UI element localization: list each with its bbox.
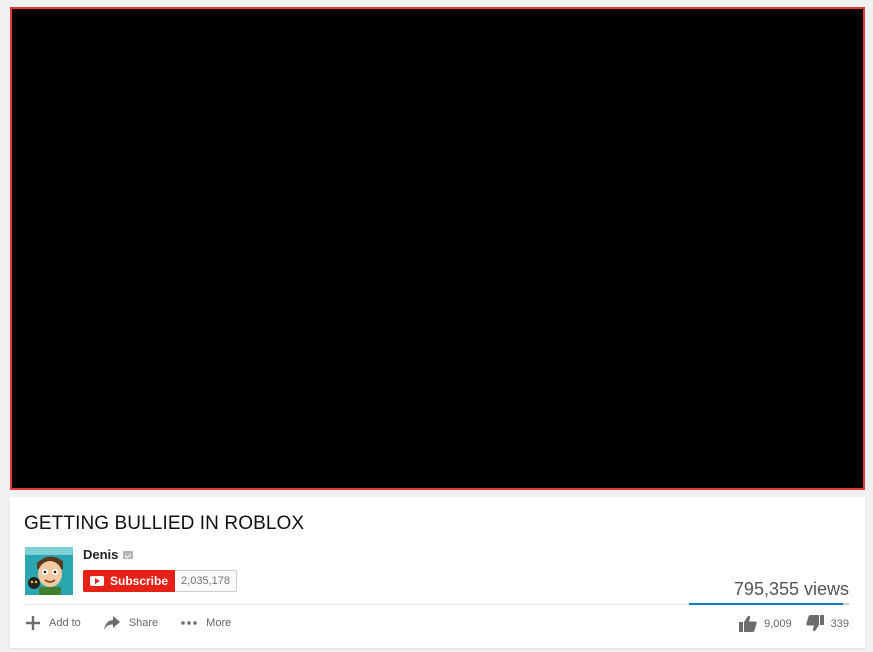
- channel-avatar[interactable]: [25, 547, 73, 595]
- more-button[interactable]: More: [180, 617, 231, 629]
- subscribe-button[interactable]: Subscribe: [83, 570, 176, 592]
- more-label: More: [206, 617, 232, 629]
- video-player[interactable]: [10, 7, 865, 490]
- like-ratio-fill: [689, 603, 844, 605]
- dislike-count: 339: [830, 617, 849, 630]
- youtube-logo-icon: [90, 576, 104, 586]
- share-label: Share: [128, 617, 159, 629]
- thumbs-down-icon: [805, 615, 824, 632]
- channel-name-row: Denis: [83, 547, 134, 562]
- plus-icon: [25, 615, 41, 631]
- video-title: GETTING BULLIED IN ROBLOX: [24, 513, 305, 534]
- thumbs-up-icon: [739, 615, 757, 632]
- view-count: 795,355 views: [733, 579, 849, 599]
- video-info-card: GETTING BULLIED IN ROBLOX Denis Subscrib…: [10, 497, 865, 648]
- like-dislike-bar: [689, 603, 849, 605]
- subscribe-label: Subscribe: [110, 574, 169, 588]
- share-arrow-icon: [103, 615, 121, 631]
- dislike-button[interactable]: 339: [805, 615, 849, 632]
- rating-group: 9,009 339: [739, 615, 849, 632]
- add-to-label: Add to: [49, 617, 81, 629]
- ellipsis-icon: [180, 620, 198, 626]
- like-count: 9,009: [764, 617, 792, 630]
- action-bar: Add to Share More: [25, 615, 231, 631]
- subscribe-group: Subscribe 2,035,178: [83, 570, 237, 592]
- add-to-button[interactable]: Add to: [25, 615, 81, 631]
- subscriber-count: 2,035,178: [175, 570, 237, 592]
- like-button[interactable]: 9,009: [739, 615, 792, 632]
- channel-name[interactable]: Denis: [83, 547, 118, 562]
- verified-check-icon: [123, 550, 134, 559]
- share-button[interactable]: Share: [103, 615, 158, 631]
